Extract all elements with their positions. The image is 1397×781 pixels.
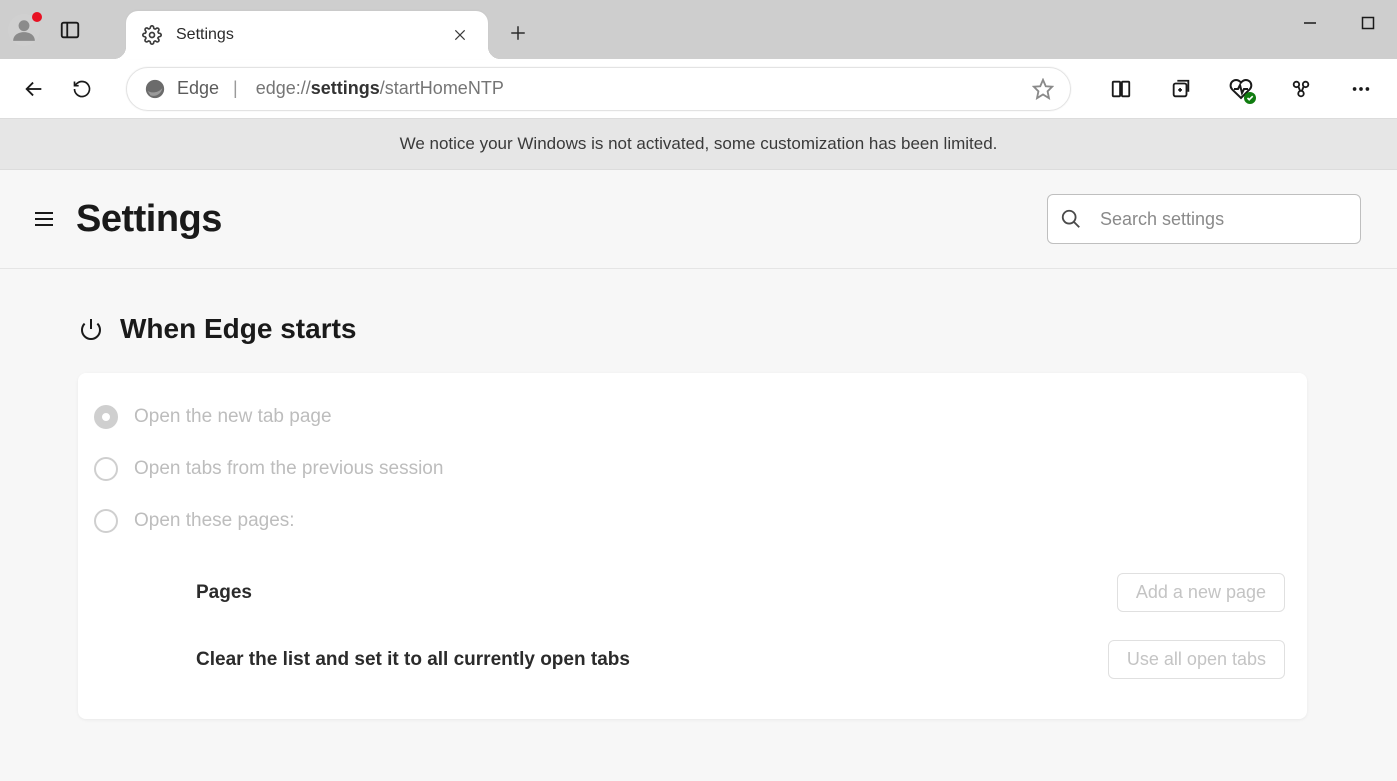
- titlebar-left: [0, 0, 88, 59]
- settings-menu-button[interactable]: [26, 201, 62, 237]
- window-controls: [1281, 0, 1397, 46]
- settings-header: Settings: [0, 170, 1397, 269]
- radio-open-these-pages[interactable]: Open these pages:: [94, 495, 1285, 547]
- radio-open-new-tab[interactable]: Open the new tab page: [94, 391, 1285, 443]
- url-bold: settings: [311, 78, 380, 98]
- pages-subsection: Pages Add a new page Clear the list and …: [94, 559, 1285, 693]
- tab-actions-button[interactable]: [52, 12, 88, 48]
- add-new-page-button[interactable]: Add a new page: [1117, 573, 1285, 612]
- section-head: When Edge starts: [78, 313, 1307, 345]
- banner-text: We notice your Windows is not activated,…: [400, 134, 998, 154]
- search-icon: [1060, 208, 1082, 230]
- address-bar[interactable]: Edge | edge://settings/startHomeNTP: [126, 67, 1071, 111]
- page-title: Settings: [76, 198, 222, 241]
- minimize-button[interactable]: [1281, 0, 1339, 46]
- radio-open-previous[interactable]: Open tabs from the previous session: [94, 443, 1285, 495]
- radio-icon: [94, 509, 118, 533]
- tab-settings[interactable]: Settings: [126, 11, 488, 59]
- refresh-button[interactable]: [60, 67, 104, 111]
- clear-list-label: Clear the list and set it to all current…: [196, 649, 630, 671]
- search-settings[interactable]: [1047, 194, 1361, 244]
- tab-title: Settings: [176, 26, 234, 44]
- url-part2: /startHomeNTP: [380, 78, 504, 98]
- address-url: edge://settings/startHomeNTP: [256, 78, 504, 99]
- notification-dot-icon: [32, 12, 42, 22]
- startup-card: Open the new tab page Open tabs from the…: [78, 373, 1307, 719]
- browser-toolbar: Edge | edge://settings/startHomeNTP: [0, 59, 1397, 118]
- toolbar-actions: [1101, 69, 1381, 109]
- maximize-button[interactable]: [1339, 0, 1397, 46]
- split-screen-button[interactable]: [1101, 69, 1141, 109]
- close-tab-button[interactable]: [446, 21, 474, 49]
- radio-icon: [94, 405, 118, 429]
- pages-row: Pages Add a new page: [94, 559, 1285, 626]
- settings-content: Settings When Edge starts Open the new t…: [0, 170, 1397, 781]
- health-button[interactable]: [1221, 69, 1261, 109]
- use-all-open-tabs-button[interactable]: Use all open tabs: [1108, 640, 1285, 679]
- extensions-button[interactable]: [1281, 69, 1321, 109]
- favorite-button[interactable]: [1026, 72, 1060, 106]
- power-icon: [78, 316, 104, 342]
- activation-banner: We notice your Windows is not activated,…: [0, 118, 1397, 170]
- pages-label: Pages: [196, 582, 252, 604]
- back-button[interactable]: [12, 67, 56, 111]
- radio-icon: [94, 457, 118, 481]
- new-tab-button[interactable]: [500, 15, 536, 51]
- titlebar: Settings: [0, 0, 1397, 59]
- radio-label: Open the new tab page: [134, 406, 332, 428]
- profile-button[interactable]: [8, 14, 40, 46]
- section-when-edge-starts: When Edge starts Open the new tab page O…: [0, 269, 1397, 719]
- radio-label: Open tabs from the previous session: [134, 458, 443, 480]
- url-part1: edge://: [256, 78, 311, 98]
- collections-button[interactable]: [1161, 69, 1201, 109]
- edge-logo-icon: [143, 77, 167, 101]
- clear-list-row: Clear the list and set it to all current…: [94, 626, 1285, 693]
- address-prefix: Edge: [177, 78, 219, 99]
- gear-icon: [142, 25, 162, 45]
- more-button[interactable]: [1341, 69, 1381, 109]
- section-title: When Edge starts: [120, 313, 356, 345]
- radio-label: Open these pages:: [134, 510, 295, 532]
- address-separator: |: [233, 78, 238, 99]
- search-input[interactable]: [1100, 209, 1348, 230]
